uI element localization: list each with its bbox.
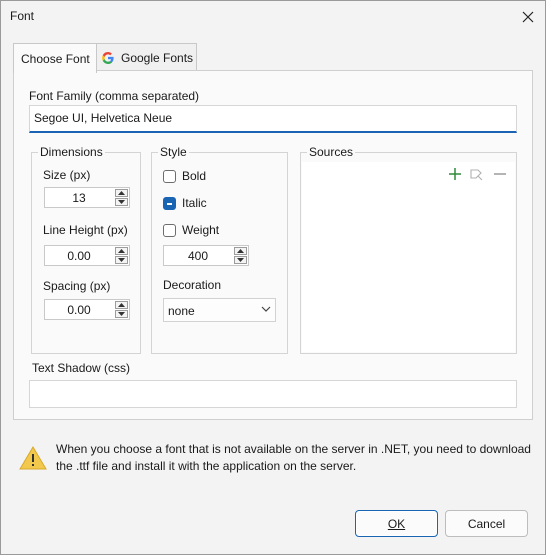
italic-label: Italic <box>182 196 207 210</box>
weight-up-button[interactable] <box>234 247 247 255</box>
dimensions-group: Dimensions Size (px) 13 Line Height (px)… <box>31 145 141 354</box>
bold-label: Bold <box>182 169 207 183</box>
sources-group: Sources <box>300 145 517 354</box>
spacing-down-button[interactable] <box>115 310 128 318</box>
italic-checkbox[interactable] <box>163 197 176 210</box>
font-family-label: Font Family (comma separated) <box>29 89 200 103</box>
weight-label: Weight <box>182 223 220 237</box>
tab-google-fonts[interactable]: Google Fonts <box>95 43 197 71</box>
arrow-down-icon <box>118 200 125 204</box>
tab-label: Google Fonts <box>121 50 194 65</box>
line-height-stepper[interactable]: 0.00 <box>44 245 130 266</box>
font-dialog: Font Choose Font Google Fonts Font Famil… <box>0 0 546 555</box>
chevron-down-icon <box>261 306 271 312</box>
text-shadow-label: Text Shadow (css) <box>32 361 131 375</box>
font-family-input[interactable]: Segoe UI, Helvetica Neue <box>29 105 517 133</box>
tab-choose-font[interactable]: Choose Font <box>13 43 97 73</box>
weight-checkbox[interactable] <box>163 224 176 237</box>
warning-icon <box>19 446 47 470</box>
weight-stepper[interactable]: 400 <box>163 245 249 266</box>
arrow-up-icon <box>118 249 125 253</box>
spacing-stepper[interactable]: 0.00 <box>44 299 130 320</box>
tab-label: Choose Font <box>21 51 90 66</box>
arrow-down-icon <box>118 312 125 316</box>
decoration-select[interactable]: none <box>163 298 276 322</box>
sources-list[interactable] <box>302 162 515 352</box>
font-family-value: Segoe UI, Helvetica Neue <box>34 111 173 125</box>
spacing-label: Spacing (px) <box>43 279 111 293</box>
line-height-down-button[interactable] <box>115 256 128 264</box>
bold-checkbox[interactable] <box>163 170 176 183</box>
title-bar: Font <box>1 1 545 33</box>
arrow-up-icon <box>118 191 125 195</box>
size-up-button[interactable] <box>115 189 128 197</box>
ok-label: OK <box>387 516 406 531</box>
brush-icon[interactable] <box>469 167 485 181</box>
weight-value: 400 <box>187 249 209 263</box>
window-title: Font <box>10 9 35 23</box>
ok-button[interactable]: OK <box>355 510 438 537</box>
size-down-button[interactable] <box>115 198 128 206</box>
style-group: Style Bold Italic Weight 400 Decoration … <box>151 145 288 354</box>
google-icon <box>102 51 114 64</box>
line-height-up-button[interactable] <box>115 247 128 255</box>
close-button[interactable] <box>513 3 543 31</box>
size-value: 13 <box>72 191 86 205</box>
cancel-label: Cancel <box>467 516 506 531</box>
size-stepper[interactable]: 13 <box>44 187 130 208</box>
close-icon <box>522 11 534 23</box>
spacing-up-button[interactable] <box>115 301 128 309</box>
cancel-button[interactable]: Cancel <box>445 510 528 537</box>
spacing-value: 0.00 <box>67 303 91 317</box>
info-note: When you choose a font that is not avail… <box>56 442 531 473</box>
line-height-value: 0.00 <box>67 249 91 263</box>
arrow-down-icon <box>118 258 125 262</box>
size-label: Size (px) <box>43 168 91 182</box>
arrow-up-icon <box>237 249 244 253</box>
choose-font-panel: Font Family (comma separated) Segoe UI, … <box>13 70 533 420</box>
arrow-down-icon <box>237 258 244 262</box>
line-height-label: Line Height (px) <box>43 223 128 237</box>
text-shadow-input[interactable] <box>29 380 517 408</box>
weight-down-button[interactable] <box>234 256 247 264</box>
decoration-value: none <box>168 304 195 318</box>
remove-icon[interactable] <box>493 167 507 181</box>
add-icon[interactable] <box>448 167 462 181</box>
style-title: Style <box>158 145 189 159</box>
decoration-label: Decoration <box>163 278 222 292</box>
sources-title: Sources <box>307 145 356 159</box>
arrow-up-icon <box>118 303 125 307</box>
dimensions-title: Dimensions <box>38 145 105 159</box>
